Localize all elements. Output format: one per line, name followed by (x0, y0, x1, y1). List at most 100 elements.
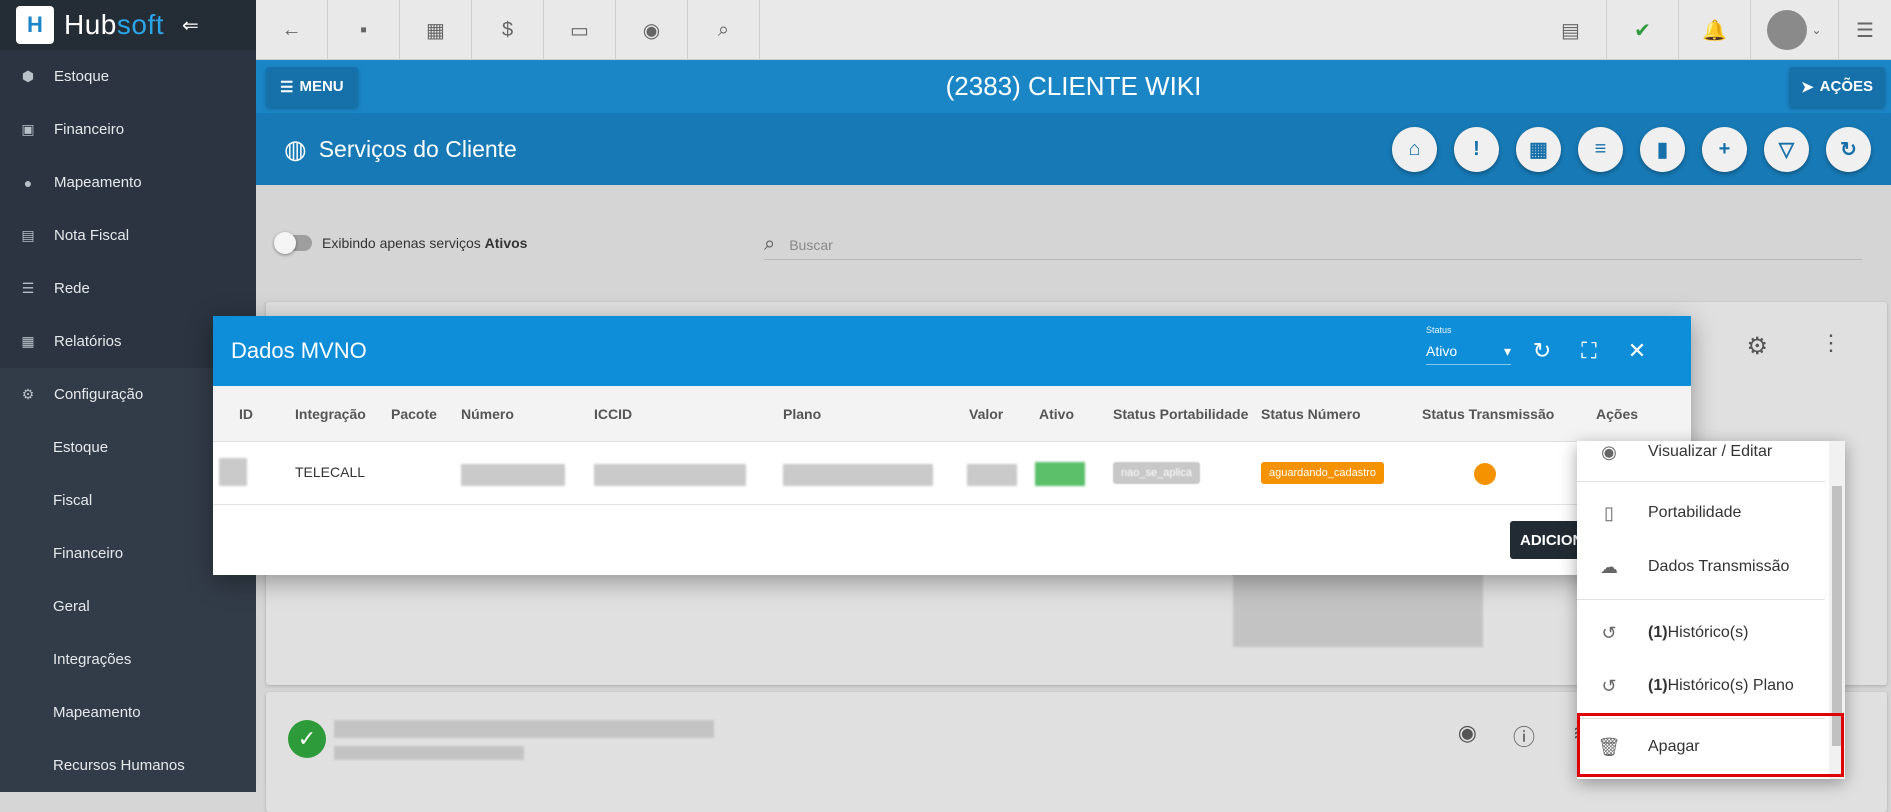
document-icon: ▤ (20, 228, 36, 244)
dollar-icon[interactable]: $ (472, 0, 544, 60)
search-icon[interactable]: ⌕ (688, 0, 760, 60)
phone-icon: ▯ (1596, 503, 1622, 524)
modal-title: Dados MVNO (231, 338, 367, 364)
top-toolbar: ← ▪ ▦ $ ▭ ◉ ⌕ ▤ ✔ 🔔 ⌄ ☰ (256, 0, 1891, 60)
calendar-clock-icon[interactable]: ▦ (400, 0, 472, 60)
menu-button[interactable]: ☰MENU (266, 67, 358, 107)
sidebar-subitem-recursos-humanos[interactable]: Recursos Humanos (0, 739, 256, 792)
ativo-badge (1035, 462, 1085, 486)
money-icon: ▣ (20, 122, 36, 138)
avatar[interactable]: ⌄ (1751, 0, 1839, 60)
col-pacote[interactable]: Pacote (391, 406, 437, 422)
sidebar-item-mapeamento[interactable]: ●Mapeamento (0, 156, 256, 209)
history-icon: ↺ (1596, 623, 1622, 644)
add-icon[interactable]: + (1702, 127, 1747, 172)
integracao-cell: TELECALL (295, 464, 365, 480)
transmission-status-dot (1474, 463, 1496, 485)
list-icon[interactable]: ≡ (1578, 127, 1623, 172)
pdf-icon[interactable]: ▤ (1535, 0, 1607, 60)
gift-icon[interactable]: ⌂ (1392, 127, 1437, 172)
search-input[interactable]: Buscar (789, 237, 833, 253)
bell-icon[interactable]: 🔔 (1679, 0, 1751, 60)
terminal-icon[interactable]: ▭ (544, 0, 616, 60)
file-icon[interactable]: ▮ (1640, 127, 1685, 172)
history-icon: ↺ (1596, 676, 1622, 697)
fullscreen-icon[interactable]: ⛶ (1574, 336, 1604, 366)
valor-redacted (967, 464, 1017, 486)
services-bar: ◍Serviços do Cliente ⌂ ! ▦ ≡ ▮ + ▽ ↻ (256, 113, 1891, 185)
sidebar-subitem-mapeamento[interactable]: Mapeamento (0, 686, 256, 739)
send-icon: ➤ (1801, 78, 1814, 96)
brand-name: Hubsoft (64, 9, 164, 41)
dropdown-arrow-icon: ▾ (1504, 343, 1511, 360)
menu-divider (1577, 481, 1825, 482)
modal-header: Dados MVNO Status Ativo▾ ↻ ⛶ ✕ (213, 316, 1691, 386)
menu-item-historicos[interactable]: ↺(1) Histórico(s) (1577, 607, 1825, 659)
col-integracao[interactable]: Integração (295, 406, 366, 422)
chat-check-icon[interactable]: ✔ (1607, 0, 1679, 60)
logo-mark-icon: H (16, 6, 54, 44)
col-acoes[interactable]: Ações (1596, 406, 1638, 422)
scrollbar-thumb[interactable] (1832, 486, 1842, 746)
collapse-sidebar-icon[interactable]: ⇐ (182, 13, 199, 38)
table-row: TELECALL nao_se_aplica aguardando_cadast… (213, 442, 1691, 505)
menu-item-visualizar-editar[interactable]: ◉Visualizar / Editar (1577, 441, 1825, 478)
map-pin-icon: ● (20, 175, 36, 191)
col-status-transmissao[interactable]: Status Transmissão (1422, 406, 1554, 422)
eye-icon[interactable]: ◉ (1458, 720, 1477, 746)
gear-icon: ⚙ (20, 387, 36, 403)
menu-divider (1577, 599, 1825, 600)
col-numero[interactable]: Número (461, 406, 514, 422)
sidebar-item-nota-fiscal[interactable]: ▤Nota Fiscal (0, 209, 256, 262)
col-valor[interactable]: Valor (969, 406, 1003, 422)
filter-icon[interactable]: ▽ (1764, 127, 1809, 172)
search-icon: ⌕ (764, 233, 775, 256)
sidebar-item-rede[interactable]: ☰Rede (0, 262, 256, 315)
calendar-clock-icon[interactable]: ▦ (1516, 127, 1561, 172)
sidebar-subitem-geral[interactable]: Geral (0, 580, 256, 633)
toggle-label: Exibindo apenas serviços Ativos (322, 235, 527, 251)
alert-message-icon[interactable]: ! (1454, 127, 1499, 172)
search-field[interactable]: ⌕ Buscar (764, 230, 1862, 260)
page-title: ◍Serviços do Cliente (284, 134, 517, 165)
apagar-highlight-box (1577, 713, 1844, 777)
actions-button[interactable]: ➤AÇÕES (1789, 67, 1885, 107)
col-iccid[interactable]: ICCID (594, 406, 632, 422)
status-numero-badge: aguardando_cadastro (1261, 462, 1384, 484)
status-portabilidade-badge: nao_se_aplica (1113, 462, 1200, 484)
refresh-icon[interactable]: ↻ (1527, 336, 1557, 366)
gear-icon[interactable]: ⚙ (1746, 332, 1768, 361)
close-icon[interactable]: ✕ (1622, 336, 1652, 366)
menu-item-portabilidade[interactable]: ▯Portabilidade (1577, 487, 1825, 539)
cube-icon: ⬢ (20, 69, 36, 85)
eye-icon[interactable]: ◉ (616, 0, 688, 60)
chevron-down-icon: ⌄ (1811, 23, 1821, 37)
client-title: (2383) CLIENTE WIKI (256, 71, 1891, 102)
more-vert-icon[interactable]: ⋮ (1820, 330, 1842, 356)
back-arrow-icon[interactable]: ← (256, 0, 328, 60)
col-plano[interactable]: Plano (783, 406, 821, 422)
sidebar-item-financeiro[interactable]: ▣Financeiro (0, 103, 256, 156)
mvno-modal: Dados MVNO Status Ativo▾ ↻ ⛶ ✕ ID Integr… (213, 316, 1691, 575)
numero-redacted (461, 464, 565, 486)
cloud-upload-icon: ☁ (1596, 557, 1622, 578)
report-icon: ▦ (20, 334, 36, 350)
contact-card-icon[interactable]: ▪ (328, 0, 400, 60)
menu-item-dados-transmissao[interactable]: ☁Dados Transmissão (1577, 541, 1825, 593)
sidebar-subitem-integracoes[interactable]: Integrações (0, 633, 256, 686)
col-status-numero[interactable]: Status Número (1261, 406, 1361, 422)
col-ativo[interactable]: Ativo (1039, 406, 1074, 422)
active-services-toggle[interactable] (276, 235, 312, 251)
status-select[interactable]: Status Ativo▾ (1426, 325, 1511, 365)
eye-icon: ◉ (1596, 442, 1622, 463)
list-menu-icon[interactable]: ☰ (1839, 0, 1891, 60)
info-icon[interactable]: ⓘ (1513, 720, 1535, 752)
logo[interactable]: H Hubsoft ⇐ (0, 0, 256, 50)
sidebar-item-estoque[interactable]: ⬢Estoque (0, 50, 256, 103)
col-id[interactable]: ID (239, 406, 253, 422)
client-header: ☰MENU (2383) CLIENTE WIKI ➤AÇÕES (256, 60, 1891, 113)
refresh-icon[interactable]: ↻ (1826, 127, 1871, 172)
menu-item-historicos-plano[interactable]: ↺(1) Histórico(s) Plano (1577, 660, 1825, 712)
hamburger-icon: ☰ (280, 78, 293, 96)
col-status-portabilidade[interactable]: Status Portabilidade (1113, 406, 1248, 422)
